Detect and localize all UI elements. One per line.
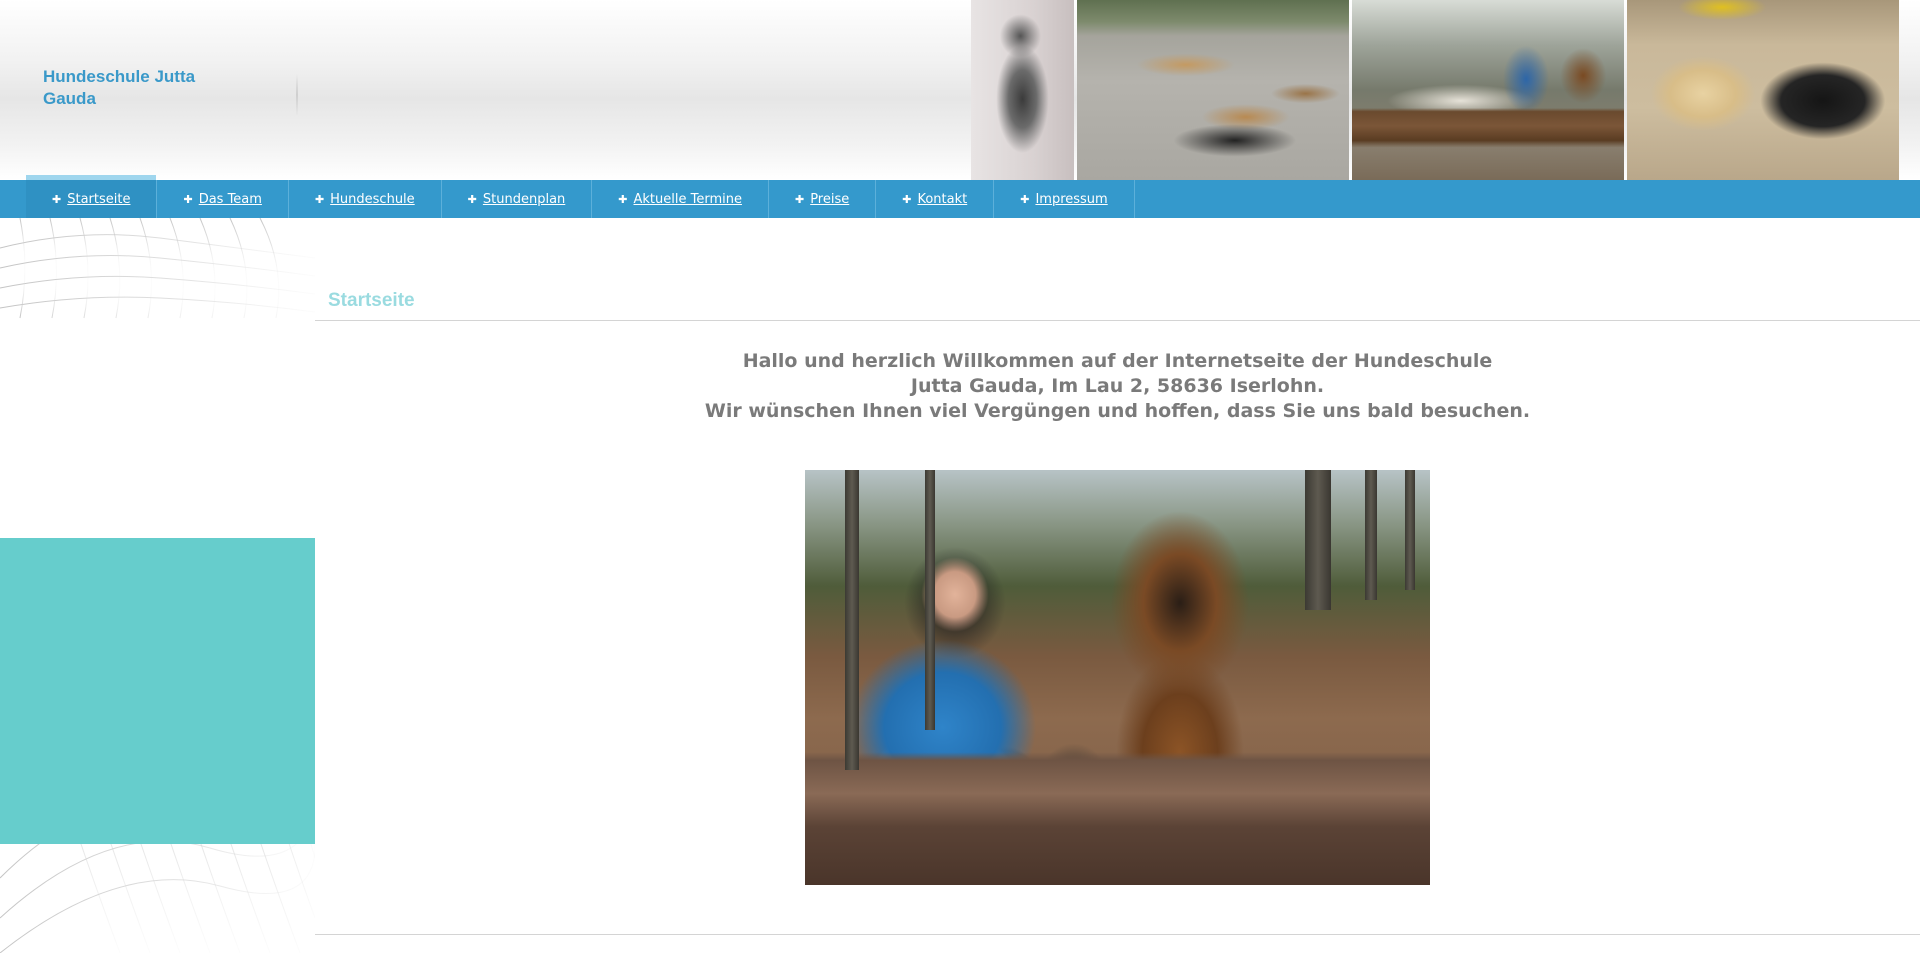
left-decoration [0, 218, 315, 953]
plus-icon: ✚ [467, 192, 477, 206]
welcome-line: Wir wünschen Ihnen viel Vergüngen und ho… [704, 400, 1531, 422]
nav-item-startseite[interactable]: ✚ Startseite [26, 175, 158, 218]
title-divider [296, 74, 298, 116]
teal-sidebar-block [0, 538, 315, 844]
header-photo-strip [971, 0, 1899, 180]
page-heading: Startseite [328, 290, 415, 311]
nav-item-aktuelle-termine[interactable]: ✚ Aktuelle Termine [592, 180, 769, 218]
nav-item-preise[interactable]: ✚ Preise [769, 180, 877, 218]
header-photo-dogs-on-path [1077, 0, 1349, 180]
main-navigation: ✚ Startseite ✚ Das Team ✚ Hundeschule ✚ … [0, 175, 1920, 218]
nav-label[interactable]: Startseite [67, 192, 130, 207]
site-title[interactable]: Hundeschule Jutta Gauda [43, 66, 243, 110]
nav-list: ✚ Startseite ✚ Das Team ✚ Hundeschule ✚ … [26, 175, 1135, 218]
nav-label[interactable]: Hundeschule [330, 192, 415, 207]
plus-icon: ✚ [794, 192, 805, 206]
plus-icon: ✚ [52, 192, 62, 206]
plus-icon: ✚ [618, 192, 628, 206]
nav-item-hundeschule[interactable]: ✚ Hundeschule [289, 180, 442, 218]
header-photo-labradors [1627, 0, 1899, 180]
page: Hundeschule Jutta Gauda ✚ Startseite ✚ D… [0, 0, 1920, 953]
nav-label[interactable]: Impressum [1035, 192, 1107, 207]
photo-tree [925, 470, 935, 730]
header: Hundeschule Jutta Gauda [0, 0, 1920, 180]
photo-tree [845, 470, 859, 770]
nav-label[interactable]: Kontakt [917, 192, 967, 207]
header-photo-wolf [971, 0, 1074, 180]
plus-icon: ✚ [1020, 192, 1030, 206]
header-photo-group-on-bench [1352, 0, 1624, 180]
photo-tree [1305, 470, 1331, 610]
nav-label[interactable]: Preise [810, 192, 849, 207]
nav-item-kontakt[interactable]: ✚ Kontakt [876, 180, 995, 218]
nav-label[interactable]: Das Team [199, 192, 262, 207]
content-bottom-divider [315, 934, 1920, 935]
plus-icon: ✚ [314, 192, 325, 206]
welcome-line: Hallo und herzlich Willkommen auf der In… [742, 350, 1493, 372]
nav-item-stundenplan[interactable]: ✚ Stundenplan [442, 180, 593, 218]
photo-tree [1365, 470, 1377, 600]
heading-divider [315, 320, 1920, 321]
plus-icon: ✚ [183, 192, 193, 206]
welcome-text: Hallo und herzlich Willkommen auf der In… [500, 349, 1735, 424]
photo-tree [1405, 470, 1415, 590]
welcome-line: Jutta Gauda, Im Lau 2, 58636 Iserlohn. [910, 375, 1325, 397]
plus-icon: ✚ [902, 192, 912, 206]
nav-item-das-team[interactable]: ✚ Das Team [157, 180, 289, 218]
nav-label[interactable]: Stundenplan [483, 192, 565, 207]
nav-item-impressum[interactable]: ✚ Impressum [994, 180, 1135, 218]
main-photo-trainer-with-dogs [805, 470, 1430, 885]
nav-label[interactable]: Aktuelle Termine [634, 192, 742, 207]
